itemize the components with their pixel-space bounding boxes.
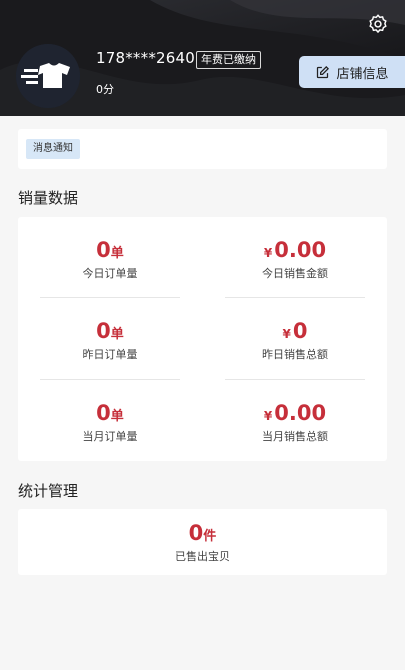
message-notice-tag[interactable]: 消息通知 — [26, 139, 80, 159]
profile-header: 178****2640 年费已缴纳 0分 店铺信息 — [0, 0, 405, 116]
metric-unit: 单 — [110, 246, 124, 261]
row-divider — [40, 297, 180, 298]
sales-data-card: 0单 今日订单量 ¥0.00 今日销售金额 0单 昨日订单量 ¥0 昨日销售总额… — [18, 217, 387, 461]
metric-value: 0 — [96, 238, 111, 262]
metric-month-orders[interactable]: 0单 当月订单量 — [18, 400, 202, 444]
metric-unit: 单 — [110, 409, 124, 424]
metric-value: 0 — [96, 401, 111, 425]
metric-unit: 件 — [203, 529, 217, 544]
account-phone: 178****2640 — [96, 49, 196, 67]
row-divider — [225, 379, 365, 380]
sales-section-title: 销量数据 — [18, 189, 79, 207]
shop-info-button[interactable]: 店铺信息 — [299, 56, 405, 88]
metric-today-sales-amount[interactable]: ¥0.00 今日销售金额 — [203, 237, 387, 281]
stats-section-title: 统计管理 — [18, 482, 79, 500]
metric-value: 0 — [292, 319, 308, 343]
metric-value: 0.00 — [274, 238, 327, 262]
stats-management-card: 0件 已售出宝贝 — [18, 509, 387, 575]
page: 178****2640 年费已缴纳 0分 店铺信息 消息通知 销量数据 0单 今… — [0, 0, 405, 670]
metric-label: 今日订单量 — [82, 267, 138, 280]
metric-yesterday-sales-total[interactable]: ¥0 昨日销售总额 — [203, 318, 387, 362]
metric-label: 当月订单量 — [82, 430, 138, 443]
annual-fee-paid-badge: 年费已缴纳 — [196, 51, 261, 69]
metric-value: 0 — [96, 319, 111, 343]
metric-items-sold[interactable]: 0件 已售出宝贝 — [18, 520, 387, 564]
edit-icon — [317, 65, 330, 78]
metric-value: 0.00 — [274, 401, 327, 425]
row-divider — [40, 379, 180, 380]
settings-gear-icon[interactable] — [367, 13, 389, 35]
metric-unit: 单 — [110, 327, 124, 342]
metric-label: 昨日销售总额 — [262, 348, 328, 361]
tshirt-logo-icon — [16, 44, 80, 108]
shop-info-label: 店铺信息 — [336, 66, 389, 82]
metric-value: 0 — [188, 521, 204, 545]
account-score: 0分 — [96, 83, 114, 96]
shop-avatar[interactable] — [16, 44, 80, 108]
metric-label: 今日销售金额 — [262, 267, 328, 280]
row-divider — [225, 297, 365, 298]
currency-symbol: ¥ — [263, 409, 273, 423]
metric-label: 已售出宝贝 — [175, 550, 230, 563]
metric-label: 昨日订单量 — [82, 348, 138, 361]
currency-symbol: ¥ — [282, 327, 291, 341]
metric-label: 当月销售总额 — [262, 430, 328, 443]
metric-month-sales-total[interactable]: ¥0.00 当月销售总额 — [203, 400, 387, 444]
metric-today-orders[interactable]: 0单 今日订单量 — [18, 237, 202, 281]
notice-card: 消息通知 — [18, 129, 387, 169]
currency-symbol: ¥ — [263, 246, 273, 260]
metric-yesterday-orders[interactable]: 0单 昨日订单量 — [18, 318, 202, 362]
